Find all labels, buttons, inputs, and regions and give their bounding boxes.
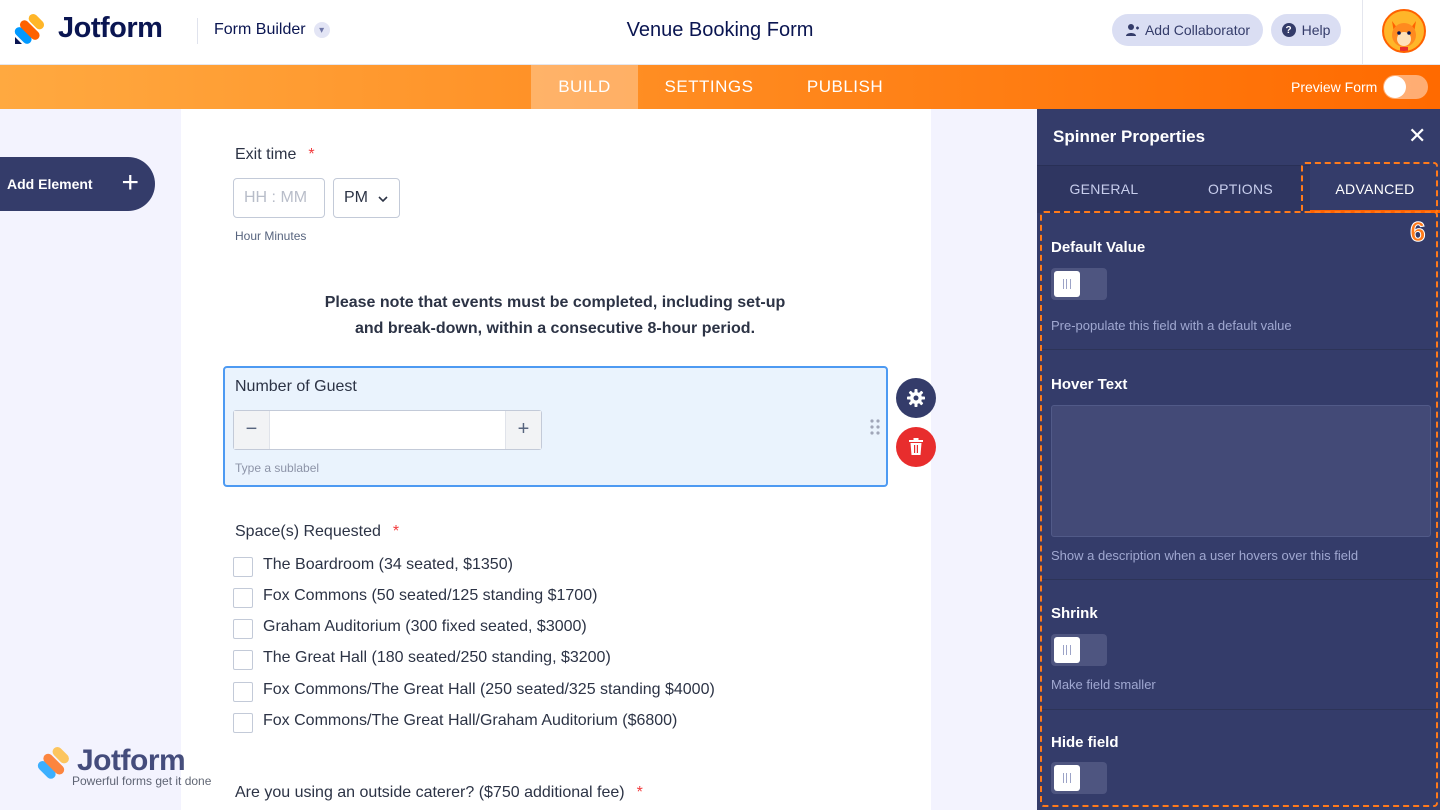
jotform-logo[interactable]: Jotform — [14, 12, 163, 45]
option-label-boardroom[interactable]: The Boardroom (34 seated, $1350) — [263, 556, 513, 574]
option-label-great-hall[interactable]: The Great Hall (180 seated/250 standing,… — [263, 649, 611, 667]
form-builder-menu[interactable]: Form Builder ▾ — [214, 21, 330, 39]
notice-line-1: Please note that events must be complete… — [324, 294, 786, 311]
checkbox-boardroom[interactable] — [233, 557, 253, 577]
annotation-highlight-tab — [1301, 162, 1438, 212]
notice-text: Please note that events must be complete… — [280, 290, 830, 342]
form-builder-label: Form Builder — [214, 21, 306, 38]
time-input[interactable]: HH : MM — [233, 178, 325, 218]
help-icon: ? — [1281, 23, 1296, 37]
decrement-button[interactable]: − — [234, 411, 270, 449]
sublabel-input[interactable]: Type a sublabel — [235, 461, 319, 475]
add-element-label: Add Element — [7, 176, 93, 192]
option-label-graham-auditorium[interactable]: Graham Auditorium (300 fixed seated, $30… — [263, 618, 587, 636]
checkbox-fox-great-hall[interactable] — [233, 682, 253, 702]
preview-form-label: Preview Form — [1291, 79, 1378, 95]
annotation-highlight-panel — [1040, 211, 1438, 807]
time-sublabel: Hour Minutes — [235, 229, 307, 243]
toggle-knob — [1384, 76, 1406, 98]
trash-icon — [909, 438, 923, 455]
tab-build[interactable]: BUILD — [531, 65, 638, 109]
avatar[interactable] — [1382, 9, 1426, 53]
preview-form-toggle[interactable] — [1383, 75, 1428, 99]
tab-options[interactable]: OPTIONS — [1173, 165, 1308, 213]
required-mark: * — [308, 146, 315, 163]
add-element-button[interactable]: Add Element + — [0, 157, 155, 211]
builder-nav: BUILD SETTINGS PUBLISH Preview Form — [0, 65, 1440, 109]
chevron-down-icon: ▾ — [313, 22, 330, 38]
gear-icon — [907, 389, 925, 407]
checkbox-great-hall[interactable] — [233, 650, 253, 670]
checkbox-all-spaces[interactable] — [233, 713, 253, 733]
checkbox-graham-auditorium[interactable] — [233, 619, 253, 639]
add-user-icon — [1125, 24, 1139, 36]
jotform-watermark: Jotform Powerful forms get it done — [37, 744, 211, 788]
increment-button[interactable]: + — [505, 411, 541, 449]
tab-general[interactable]: GENERAL — [1037, 165, 1171, 213]
ampm-select[interactable]: PM — [333, 178, 400, 218]
chevron-down-icon — [378, 196, 388, 203]
drag-handle-icon[interactable] — [870, 419, 880, 435]
number-of-guest-label[interactable]: Number of Guest — [235, 378, 357, 396]
header-divider-right — [1362, 0, 1363, 64]
checkbox-fox-commons[interactable] — [233, 588, 253, 608]
panel-title: Spinner Properties — [1053, 127, 1206, 146]
watermark-brand: Jotform — [77, 744, 186, 777]
option-label-all-spaces[interactable]: Fox Commons/The Great Hall/Graham Audito… — [263, 712, 677, 730]
form-title[interactable]: Venue Booking Form — [520, 19, 920, 42]
required-mark: * — [392, 523, 400, 540]
spaces-label: Space(s) Requested — [235, 523, 381, 540]
help-label: Help — [1301, 22, 1331, 38]
help-button[interactable]: ? Help — [1271, 14, 1341, 46]
jotform-logo-icon — [14, 13, 45, 44]
tab-publish[interactable]: PUBLISH — [790, 65, 900, 109]
ampm-value: PM — [344, 189, 368, 206]
add-collaborator-button[interactable]: Add Collaborator — [1112, 14, 1263, 46]
quantity-stepper[interactable]: − + — [233, 410, 542, 450]
field-properties-button[interactable] — [896, 378, 936, 418]
brand-name: Jotform — [58, 12, 163, 44]
close-icon[interactable]: ✕ — [1408, 124, 1426, 148]
plus-icon: + — [121, 166, 139, 199]
watermark-tagline: Powerful forms get it done — [72, 774, 212, 788]
exit-time-question[interactable]: Exit time * — [235, 146, 315, 164]
option-label-fox-great-hall[interactable]: Fox Commons/The Great Hall (250 seated/3… — [263, 681, 715, 699]
required-mark: * — [636, 784, 643, 801]
jotform-logo-icon — [37, 747, 69, 779]
fox-avatar-icon — [1392, 21, 1416, 51]
top-header: Jotform Form Builder ▾ Venue Booking For… — [0, 0, 1440, 65]
add-collaborator-label: Add Collaborator — [1144, 22, 1251, 38]
exit-time-label: Exit time — [235, 146, 297, 163]
caterer-label: Are you using an outside caterer? ($750 … — [235, 784, 625, 801]
annotation-step-number: 6 — [1410, 216, 1427, 247]
option-label-fox-commons[interactable]: Fox Commons (50 seated/125 standing $170… — [263, 587, 597, 605]
caterer-question[interactable]: Are you using an outside caterer? ($750 … — [235, 784, 643, 802]
tab-settings[interactable]: SETTINGS — [648, 65, 770, 109]
spaces-question[interactable]: Space(s) Requested * — [235, 523, 399, 541]
header-divider — [197, 18, 198, 44]
notice-line-2: and break-down, within a consecutive 8-h… — [354, 320, 756, 337]
delete-field-button[interactable] — [896, 427, 936, 467]
